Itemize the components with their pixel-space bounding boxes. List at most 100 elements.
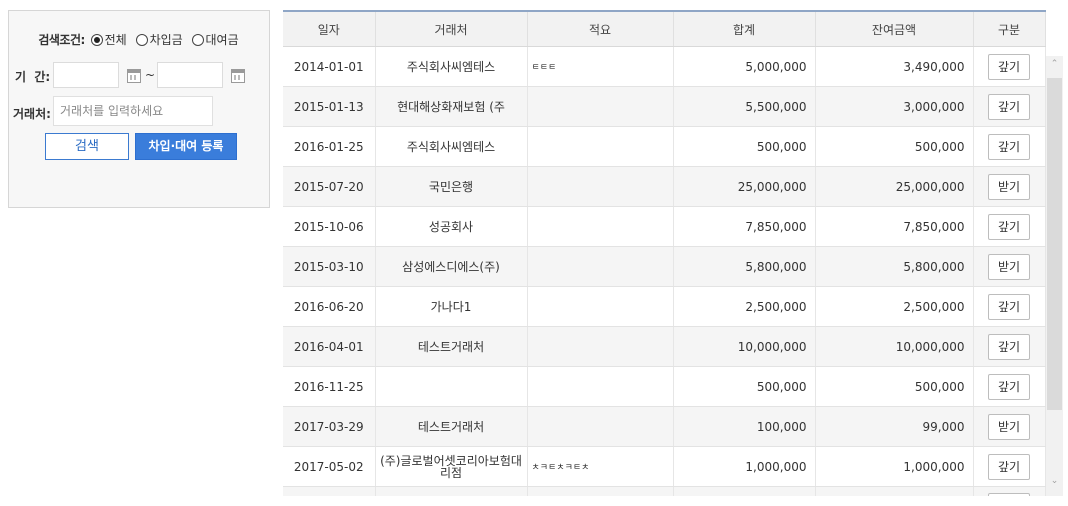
cell-total bbox=[673, 486, 816, 496]
column-header-date[interactable]: 일자 bbox=[283, 10, 376, 47]
date-to-input[interactable] bbox=[157, 62, 223, 88]
cell-memo bbox=[527, 406, 674, 447]
search-button[interactable]: 검색 bbox=[45, 133, 129, 160]
search-condition-row: 검색조건: 전체 차입금 대여금 bbox=[9, 31, 271, 48]
party-search-input[interactable] bbox=[53, 96, 213, 126]
cell-action: 갚기 bbox=[973, 446, 1046, 487]
cell-remaining: 10,000,000 bbox=[815, 326, 974, 367]
search-condition-label: 검색조건: bbox=[38, 33, 85, 47]
row-action-button[interactable]: 갚기 bbox=[988, 333, 1030, 360]
cell-party: 테스트거래처 bbox=[375, 326, 528, 367]
cell-remaining: 1,000,000 bbox=[815, 446, 974, 487]
cell-remaining: 25,000,000 bbox=[815, 166, 974, 207]
date-from-input[interactable] bbox=[53, 62, 119, 88]
loan-table: 일자 거래처 적요 합계 잔여금액 구분 2014-01-01 주식회사씨엠테스 ㅌ… bbox=[283, 10, 1046, 496]
cell-date: 2014-01-01 bbox=[283, 46, 376, 87]
table-row[interactable]: 2016-11-25 500,000 500,000 갚기 bbox=[283, 366, 1046, 407]
loan-grid: 일자 거래처 적요 합계 잔여금액 구분 2014-01-01 주식회사씨엠테스 ㅌ… bbox=[283, 10, 1063, 496]
scrollbar-thumb[interactable] bbox=[1047, 78, 1062, 410]
cell-party bbox=[375, 486, 528, 496]
table-row[interactable]: 2016-04-01 테스트거래처 10,000,000 10,000,000 갚기 bbox=[283, 326, 1046, 367]
cell-total: 5,000,000 bbox=[673, 46, 816, 87]
table-row[interactable]: 2015-01-13 현대해상화재보험 (주 5,500,000 3,000,000 갚… bbox=[283, 86, 1046, 127]
table-body: 2014-01-01 주식회사씨엠테스 ㅌㅌㅌ 5,000,000 3,490,000 갚… bbox=[283, 46, 1046, 496]
row-action-button[interactable]: 갚기 bbox=[988, 373, 1030, 400]
cell-date: 2017-05-02 bbox=[283, 446, 376, 487]
cell-party: 삼성에스디에스(주) bbox=[375, 246, 528, 287]
row-action-button[interactable]: 갚기 bbox=[988, 213, 1030, 240]
cell-action: 갚기 bbox=[973, 366, 1046, 407]
table-header-row: 일자 거래처 적요 합계 잔여금액 구분 bbox=[283, 10, 1046, 47]
register-loan-button[interactable]: 차입·대여 등록 bbox=[135, 133, 237, 160]
cell-total: 500,000 bbox=[673, 126, 816, 167]
cell-memo bbox=[527, 366, 674, 407]
radio-all-button[interactable] bbox=[90, 34, 103, 46]
cell-party: 주식회사씨엠테스 bbox=[375, 126, 528, 167]
radio-borrow[interactable]: 차입금 bbox=[134, 33, 186, 47]
cell-total: 5,500,000 bbox=[673, 86, 816, 127]
cell-remaining: 500,000 bbox=[815, 126, 974, 167]
table-row[interactable]: 2014-01-01 주식회사씨엠테스 ㅌㅌㅌ 5,000,000 3,490,000 갚… bbox=[283, 46, 1046, 87]
radio-lend-label[interactable]: 대여금 bbox=[206, 33, 239, 47]
table-row[interactable]: 2015-03-10 삼성에스디에스(주) 5,800,000 5,800,000 받기 bbox=[283, 246, 1046, 287]
calendar-to-icon[interactable] bbox=[231, 69, 245, 83]
cell-party bbox=[375, 366, 528, 407]
cell-remaining: 3,490,000 bbox=[815, 46, 974, 87]
cell-remaining: 99,000 bbox=[815, 406, 974, 447]
table-row[interactable]: 2016-06-20 가나다1 2,500,000 2,500,000 갚기 bbox=[283, 286, 1046, 327]
row-action-button[interactable]: 갚기 bbox=[988, 53, 1030, 80]
cell-total: 2,500,000 bbox=[673, 286, 816, 327]
cell-date: 2016-04-01 bbox=[283, 326, 376, 367]
cell-action: 받기 bbox=[973, 246, 1046, 287]
radio-all-label[interactable]: 전체 bbox=[105, 33, 127, 47]
cell-total: 100,000 bbox=[673, 406, 816, 447]
cell-remaining: 7,850,000 bbox=[815, 206, 974, 247]
row-action-button[interactable]: 받기 bbox=[988, 173, 1030, 200]
column-header-party[interactable]: 거래처 bbox=[375, 10, 528, 47]
cell-memo bbox=[527, 326, 674, 367]
row-action-button[interactable] bbox=[988, 492, 1030, 496]
cell-memo: ㅌㅌㅌ bbox=[527, 46, 674, 87]
cell-action: 받기 bbox=[973, 166, 1046, 207]
scroll-down-icon[interactable]: ⌄ bbox=[1046, 473, 1063, 490]
calendar-from-icon[interactable] bbox=[127, 69, 141, 83]
cell-remaining: 2,500,000 bbox=[815, 286, 974, 327]
row-action-button[interactable]: 갚기 bbox=[988, 453, 1030, 480]
cell-total: 25,000,000 bbox=[673, 166, 816, 207]
table-row[interactable]: 2015-07-20 국민은행 25,000,000 25,000,000 받기 bbox=[283, 166, 1046, 207]
row-action-button[interactable]: 갚기 bbox=[988, 293, 1030, 320]
table-row[interactable] bbox=[283, 486, 1046, 496]
cell-total: 7,850,000 bbox=[673, 206, 816, 247]
column-header-memo[interactable]: 적요 bbox=[527, 10, 674, 47]
radio-borrow-label[interactable]: 차입금 bbox=[150, 33, 183, 47]
column-header-total[interactable]: 합계 bbox=[673, 10, 816, 47]
table-row[interactable]: 2017-05-02 (주)글로벌어셋코리아보험대리점 ㅊㅋㅌㅊㅋㅌㅊ 1,000,0… bbox=[283, 446, 1046, 487]
table-row[interactable]: 2015-10-06 성공회사 7,850,000 7,850,000 갚기 bbox=[283, 206, 1046, 247]
row-action-button[interactable]: 받기 bbox=[988, 253, 1030, 280]
scroll-up-icon[interactable]: ⌃ bbox=[1046, 56, 1063, 73]
row-action-button[interactable]: 갚기 bbox=[988, 93, 1030, 120]
cell-action bbox=[973, 486, 1046, 496]
table-row[interactable]: 2017-03-29 테스트거래처 100,000 99,000 받기 bbox=[283, 406, 1046, 447]
cell-memo bbox=[527, 206, 674, 247]
cell-action: 받기 bbox=[973, 406, 1046, 447]
cell-action: 갚기 bbox=[973, 126, 1046, 167]
radio-all[interactable]: 전체 bbox=[89, 33, 130, 47]
column-header-remaining[interactable]: 잔여금액 bbox=[815, 10, 974, 47]
cell-total: 10,000,000 bbox=[673, 326, 816, 367]
search-panel: 검색조건: 전체 차입금 대여금 기 간: ~ 거래처: 검색 차입·대여 등록 bbox=[8, 10, 270, 208]
cell-action: 갚기 bbox=[973, 326, 1046, 367]
cell-date: 2016-06-20 bbox=[283, 286, 376, 327]
cell-remaining bbox=[815, 486, 974, 496]
row-action-button[interactable]: 갚기 bbox=[988, 133, 1030, 160]
cell-remaining: 5,800,000 bbox=[815, 246, 974, 287]
radio-borrow-button[interactable] bbox=[135, 34, 148, 46]
vertical-scrollbar[interactable]: ⌃ ⌄ bbox=[1046, 56, 1063, 496]
cell-date: 2015-03-10 bbox=[283, 246, 376, 287]
row-action-button[interactable]: 받기 bbox=[988, 413, 1030, 440]
cell-memo bbox=[527, 246, 674, 287]
table-row[interactable]: 2016-01-25 주식회사씨엠테스 500,000 500,000 갚기 bbox=[283, 126, 1046, 167]
column-header-type[interactable]: 구분 bbox=[973, 10, 1046, 47]
radio-lend-button[interactable] bbox=[191, 34, 204, 46]
radio-lend[interactable]: 대여금 bbox=[190, 33, 242, 47]
